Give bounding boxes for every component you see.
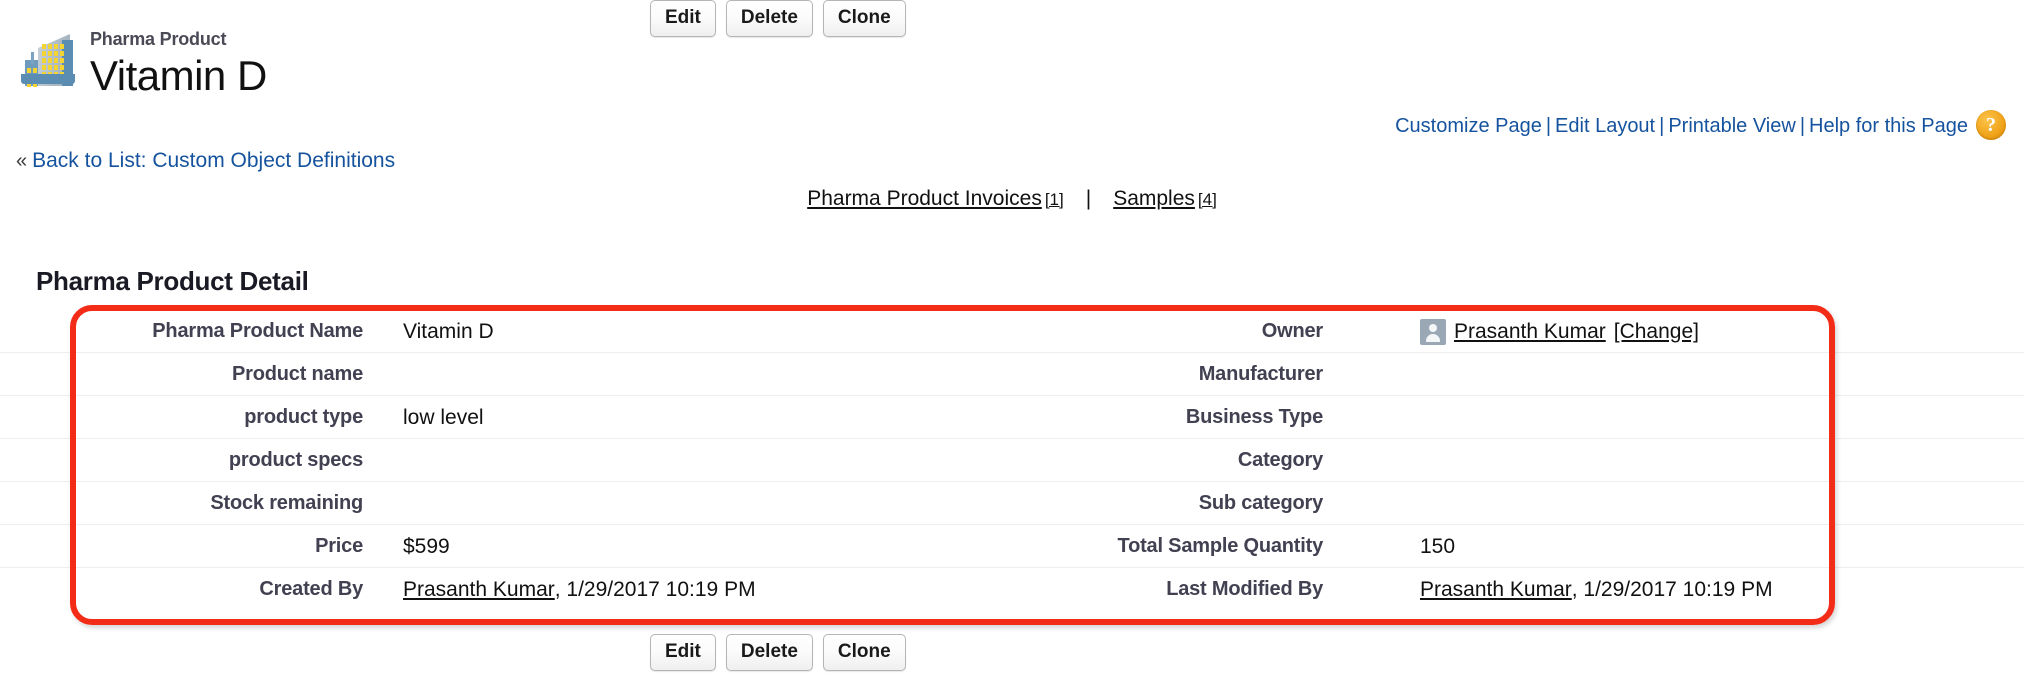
clone-button-top[interactable]: Clone <box>822 0 906 37</box>
field-label-total-sample-quantity: Total Sample Quantity <box>1117 535 1324 557</box>
table-row: Pharma Product Name Vitamin D Owner Pras… <box>0 310 2024 353</box>
related-link-samples[interactable]: Samples <box>1113 187 1195 210</box>
table-row: product type low level Business Type <box>0 396 2024 439</box>
delete-button-top[interactable]: Delete <box>725 0 813 37</box>
related-link-pharma-product-invoices[interactable]: Pharma Product Invoices <box>807 187 1042 210</box>
help-for-this-page-link[interactable]: Help for this Page <box>1809 115 1968 137</box>
detail-toolbar: Pharma Product Detail <box>0 262 2024 310</box>
delete-button-bottom[interactable]: Delete <box>725 634 813 671</box>
entity-titles: Pharma Product Vitamin D <box>90 26 267 101</box>
field-value-category <box>1420 439 2000 482</box>
field-label-business-type: Business Type <box>1185 406 1323 428</box>
field-value-total-sample-quantity: 150 <box>1420 534 1456 558</box>
page-title: Vitamin D <box>90 52 267 99</box>
field-label-last-modified-by: Last Modified By <box>1166 578 1323 600</box>
field-value-pharma-product-name: Vitamin D <box>403 319 494 343</box>
help-icon[interactable]: ? <box>1976 110 2006 140</box>
page-header: Pharma Product Vitamin D Customize Page |… <box>0 0 2024 140</box>
detail-buttons-bottom: Edit Delete Clone <box>650 634 916 671</box>
field-label-product-name: Product name <box>232 363 363 385</box>
field-label-product-type: product type <box>244 406 363 428</box>
back-to-list[interactable]: «Back to List: Custom Object Definitions <box>16 148 395 174</box>
field-value-stock-remaining <box>403 482 963 525</box>
table-row: Price $599 Total Sample Quantity 150 <box>0 525 2024 568</box>
change-owner-link[interactable]: [Change] <box>1614 320 1699 344</box>
field-label-manufacturer: Manufacturer <box>1198 363 1323 385</box>
field-value-owner: Prasanth Kumar [Change] <box>1420 310 2000 353</box>
related-nav-divider: | <box>1085 187 1092 210</box>
field-label-category: Category <box>1237 449 1323 471</box>
building-icon <box>16 26 78 88</box>
entity-type-label: Pharma Product <box>90 29 227 49</box>
field-value-last-modified-by: Prasanth Kumar, 1/29/2017 10:19 PM <box>1420 568 2000 611</box>
last-modified-by-timestamp: , 1/29/2017 10:19 PM <box>1571 577 1773 601</box>
field-label-owner: Owner <box>1261 320 1323 342</box>
field-label-sub-category: Sub category <box>1198 492 1324 514</box>
field-value-product-specs <box>403 439 963 482</box>
field-value-sub-category <box>1420 482 2000 525</box>
field-label-product-specs: product specs <box>228 449 363 471</box>
table-row: Created By Prasanth Kumar, 1/29/2017 10:… <box>0 568 2024 611</box>
last-modified-by-user-link[interactable]: Prasanth Kumar <box>1420 578 1572 602</box>
field-value-manufacturer <box>1420 353 2000 396</box>
edit-button-top[interactable]: Edit <box>650 0 716 37</box>
owner-name-link[interactable]: Prasanth Kumar <box>1454 320 1606 344</box>
avatar-icon <box>1420 318 1446 345</box>
link-separator: | <box>1545 115 1552 137</box>
table-row: Stock remaining Sub category <box>0 482 2024 525</box>
field-value-price: $599 <box>403 534 450 558</box>
detail-field-table: Pharma Product Name Vitamin D Owner Pras… <box>0 310 2024 630</box>
related-count-samples[interactable]: [4] <box>1198 190 1217 209</box>
record-identity: Pharma Product Vitamin D <box>16 26 267 101</box>
field-value-product-type: low level <box>403 405 484 429</box>
table-row: product specs Category <box>0 439 2024 482</box>
link-separator: | <box>1659 115 1665 137</box>
related-list-nav: Pharma Product Invoices [1] | Samples [4] <box>0 186 2024 213</box>
field-label-stock-remaining: Stock remaining <box>210 492 363 514</box>
link-separator: | <box>1799 115 1806 137</box>
field-value-created-by: Prasanth Kumar, 1/29/2017 10:19 PM <box>403 568 963 611</box>
created-by-user-link[interactable]: Prasanth Kumar <box>403 578 555 602</box>
created-by-timestamp: , 1/29/2017 10:19 PM <box>554 577 756 601</box>
clone-button-bottom[interactable]: Clone <box>822 634 906 671</box>
detail-buttons-top: Edit Delete Clone <box>650 0 916 37</box>
edit-layout-link[interactable]: Edit Layout <box>1555 115 1655 137</box>
customize-page-link[interactable]: Customize Page <box>1395 115 1542 137</box>
table-row: Product name Manufacturer <box>0 353 2024 396</box>
field-label-created-by: Created By <box>259 578 363 600</box>
field-label-pharma-product-name: Pharma Product Name <box>152 320 363 342</box>
back-to-list-link[interactable]: Back to List: Custom Object Definitions <box>32 149 395 172</box>
field-value-product-name <box>403 353 963 396</box>
edit-button-bottom[interactable]: Edit <box>650 634 716 671</box>
field-value-business-type <box>1420 396 2000 439</box>
printable-view-link[interactable]: Printable View <box>1668 115 1795 137</box>
utility-links: Customize Page | Edit Layout | Printable Vie… <box>1395 114 1968 138</box>
related-count-pharma-product-invoices[interactable]: [1] <box>1045 190 1064 209</box>
field-label-price: Price <box>315 535 363 557</box>
double-chevron-left-icon: « <box>16 150 28 172</box>
detail-section-title: Pharma Product Detail <box>36 266 309 296</box>
